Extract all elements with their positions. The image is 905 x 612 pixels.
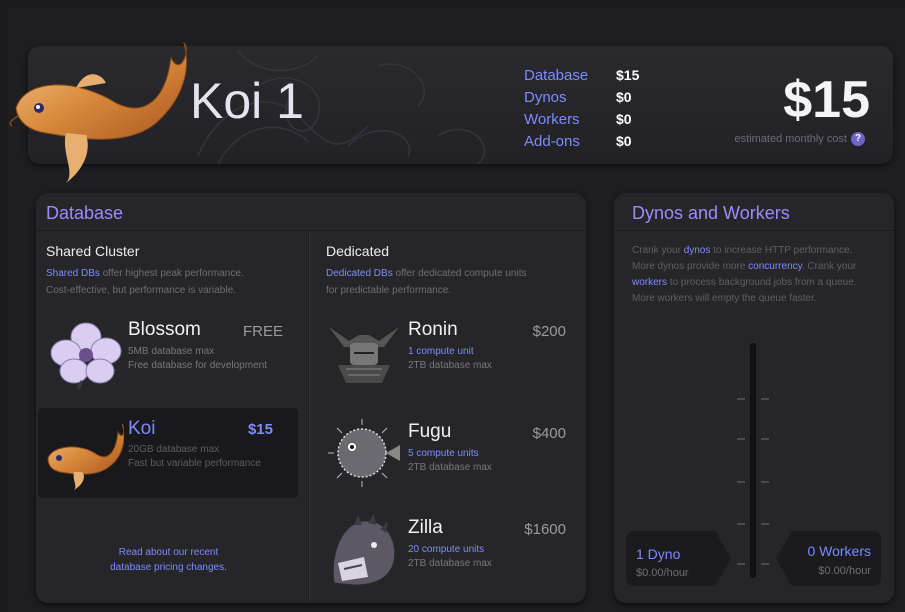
plan-details: 20GB database max Fast but variable perf… [128, 443, 261, 471]
compute-units: 1 compute unit [408, 346, 474, 357]
dedicated-heading: Dedicated [326, 243, 390, 259]
dedicated-desc: Dedicated DBs offer dedicated compute un… [326, 265, 527, 299]
plan-detail: 2TB database max [408, 558, 492, 569]
compute-units: 5 compute units [408, 448, 479, 459]
plan-name: Zilla [408, 517, 443, 538]
total-cost: $15 [783, 71, 870, 129]
cost-value: $0 [616, 89, 632, 105]
dyno-count: 1 Dyno [636, 546, 681, 562]
link-text: database pricing changes. [110, 562, 227, 573]
cost-value: $0 [616, 111, 632, 127]
cost-row-database: Database $15 [524, 64, 639, 86]
dynos-link[interactable]: dynos [684, 245, 711, 256]
shared-cluster-heading: Shared Cluster [46, 243, 140, 259]
plan-details: 5 compute units 2TB database max [408, 447, 492, 475]
desc-text: to process background jobs from a queue. [667, 277, 857, 288]
plan-name: Blossom [128, 319, 201, 340]
total-cost-note: estimated monthly cost? [700, 132, 865, 146]
link-text: Read about our recent [118, 547, 219, 558]
plan-zilla[interactable]: Zilla $1600 20 compute units 2TB databas… [318, 511, 578, 596]
cost-label: Workers [524, 110, 580, 128]
plan-ronin[interactable]: Ronin $200 1 compute unit 2TB database m… [318, 311, 578, 391]
plan-price: $200 [532, 323, 566, 340]
plan-details: 1 compute unit 2TB database max [408, 345, 492, 373]
pricing-changes-link[interactable]: Read about our recent database pricing c… [96, 545, 241, 575]
plan-details: 20 compute units 2TB database max [408, 543, 492, 571]
dynos-workers-title: Dynos and Workers [632, 203, 790, 223]
desc-text: More dynos provide more [632, 261, 749, 272]
cost-label: Database [524, 66, 589, 84]
plan-details: 5MB database max Free database for devel… [128, 345, 267, 373]
plan-name: Ronin [408, 319, 458, 340]
dynos-workers-desc: Crank your dynos to increase HTTP perfor… [632, 243, 882, 307]
desc-text: offer highest peak performance. [99, 268, 244, 279]
cherry-blossom-icon [50, 322, 122, 389]
plan-detail: Fast but variable performance [128, 458, 261, 469]
desc-text: Crank your [632, 245, 684, 256]
desc-text: to increase HTTP performance. [710, 245, 853, 256]
plan-detail: 2TB database max [408, 462, 492, 473]
plan-detail: Free database for development [128, 360, 267, 371]
cost-breakdown: Database $15 Dynos $0 Workers $0 Add-ons… [524, 64, 639, 152]
slider-tick [761, 563, 769, 565]
plan-price: $1600 [524, 521, 566, 538]
slider-tick [737, 398, 745, 400]
plan-price: FREE [242, 323, 283, 340]
slider-tick [761, 523, 769, 525]
cost-value: $15 [616, 67, 640, 83]
help-icon[interactable]: ? [851, 132, 865, 146]
samurai-helmet-icon [329, 327, 399, 383]
plan-detail: 5MB database max [128, 346, 215, 357]
shared-dbs-link[interactable]: Shared DBs [46, 268, 100, 279]
column-divider-highlight [309, 231, 310, 603]
cost-row-addons: Add-ons $0 [524, 130, 639, 152]
koi-fish-icon [9, 41, 187, 183]
plan-koi-selected[interactable]: Koi $15 20GB database max Fast but varia… [38, 408, 298, 498]
plan-title: Koi 1 [190, 73, 304, 129]
concurrency-link[interactable]: concurrency [748, 261, 802, 272]
desc-text: for predictable performance. [326, 285, 452, 296]
plan-blossom[interactable]: Blossom FREE 5MB database max Free datab… [38, 311, 298, 391]
slider-tick [761, 481, 769, 483]
worker-rate: $0.00/hour [818, 565, 871, 577]
dyno-rate: $0.00/hour [636, 567, 689, 579]
cost-label: Add-ons [524, 132, 580, 150]
plan-price: $400 [532, 425, 566, 442]
plan-name: Koi [128, 418, 156, 439]
cost-value: $0 [616, 133, 632, 149]
shared-cluster-desc: Shared DBs offer highest peak performanc… [46, 265, 244, 299]
pufferfish-icon [328, 419, 400, 487]
cost-row-dynos: Dynos $0 [524, 86, 639, 108]
compute-units: 20 compute units [408, 544, 485, 555]
desc-text: . Crank your [801, 261, 857, 272]
desc-text: offer dedicated compute units [392, 268, 527, 279]
total-note-text: estimated monthly cost [734, 132, 848, 145]
slider-tick [761, 438, 769, 440]
slider-tick [737, 563, 745, 565]
plan-name: Fugu [408, 421, 452, 442]
plan-fugu[interactable]: Fugu $400 5 compute units 2TB database m… [318, 413, 578, 493]
plan-detail: 2TB database max [408, 360, 492, 371]
worker-count: 0 Workers [807, 543, 871, 559]
dedicated-dbs-link[interactable]: Dedicated DBs [326, 268, 393, 279]
slider-tick [737, 481, 745, 483]
desc-text: More workers will empty the queue faster… [632, 293, 817, 304]
cost-row-workers: Workers $0 [524, 108, 639, 130]
worker-slider-handle[interactable]: 0 Workers $0.00/hour [776, 531, 881, 586]
cost-label: Dynos [524, 88, 567, 106]
plan-detail: 20GB database max [128, 444, 220, 455]
dyno-slider-handle[interactable]: 1 Dyno $0.00/hour [626, 531, 731, 586]
database-panel: Database Shared Cluster Shared DBs offer… [36, 193, 586, 603]
dyno-worker-slider-track[interactable] [750, 343, 756, 578]
koi-fish-icon [47, 423, 124, 490]
monster-icon [332, 514, 396, 586]
slider-tick [737, 438, 745, 440]
slider-tick [737, 523, 745, 525]
dynos-workers-panel: Dynos and Workers Crank your dynos to in… [614, 193, 894, 603]
workers-link[interactable]: workers [632, 277, 667, 288]
plan-price: $15 [247, 421, 273, 438]
slider-tick [761, 398, 769, 400]
desc-text: Cost-effective, but performance is varia… [46, 285, 236, 296]
database-title: Database [46, 203, 124, 223]
